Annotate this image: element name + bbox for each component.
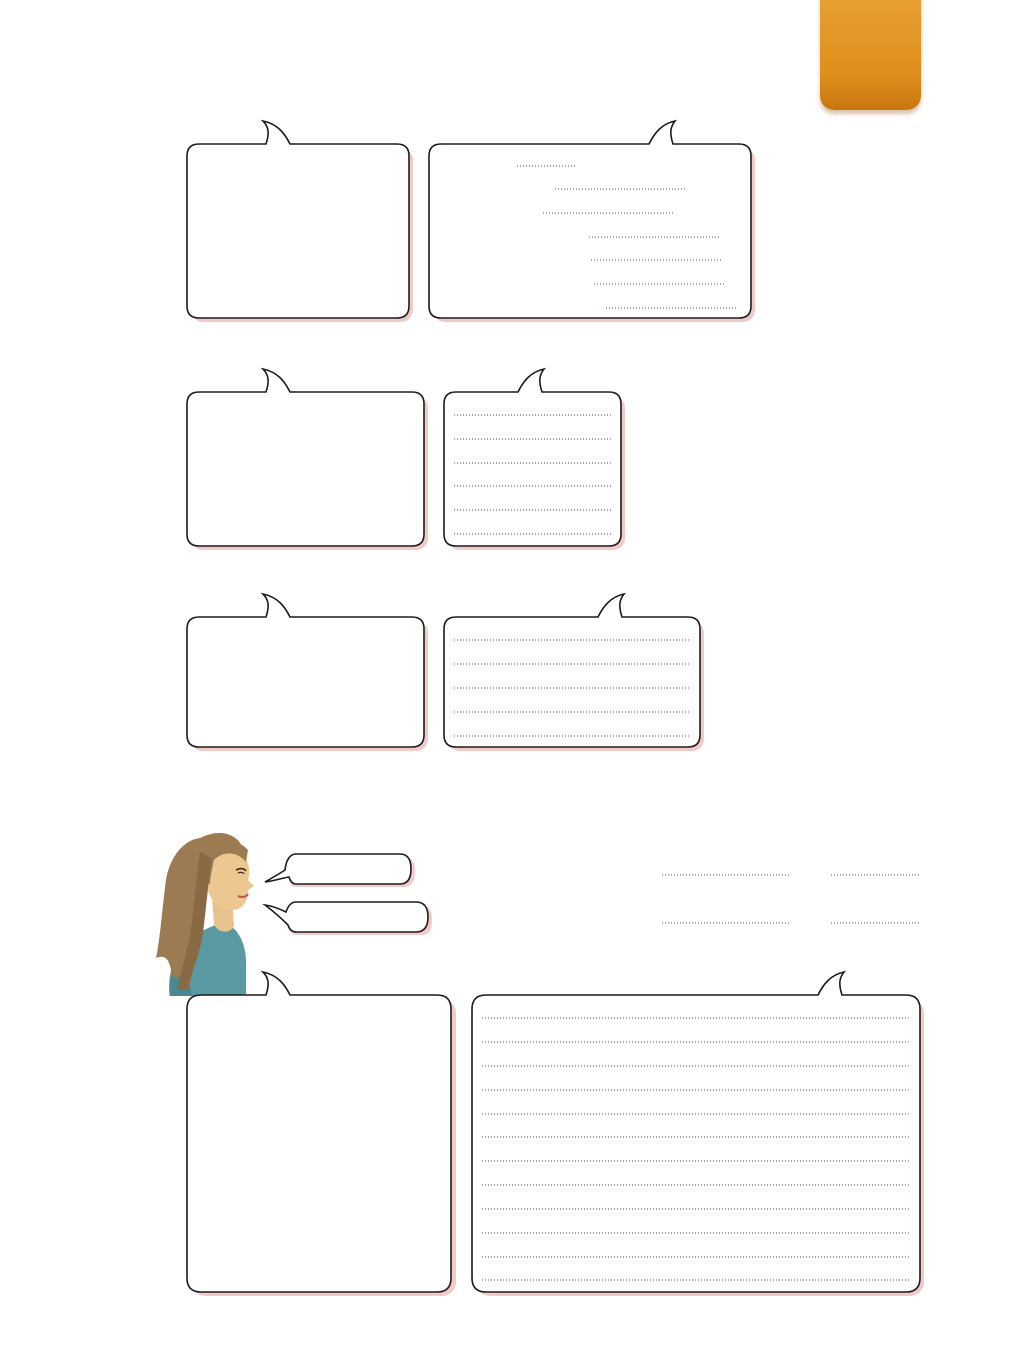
bubble-row3-right bbox=[443, 592, 704, 751]
bubble-row1-left bbox=[186, 119, 413, 322]
answer-blanks bbox=[662, 874, 920, 924]
woman-portrait-icon bbox=[156, 832, 254, 996]
bubble-row1-right bbox=[428, 119, 755, 322]
bubble-row4-right bbox=[471, 970, 924, 1296]
worksheet-art bbox=[156, 119, 924, 1296]
bubble-row4-left bbox=[186, 970, 456, 1296]
woman-speech-bubble-1 bbox=[264, 853, 415, 887]
bubble-row3-left bbox=[186, 592, 428, 751]
bubble-row2-right bbox=[443, 367, 625, 550]
bubble-row2-left bbox=[186, 367, 428, 550]
woman-speech-bubble-2 bbox=[262, 901, 432, 935]
worksheet-page bbox=[0, 0, 1024, 1365]
